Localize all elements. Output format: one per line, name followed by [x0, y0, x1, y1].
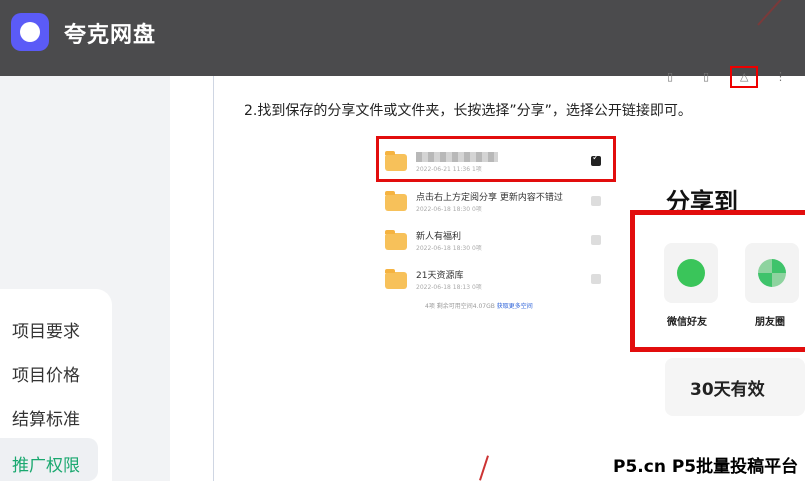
- file-name: 点击右上方定阅分享 更新内容不错过: [416, 193, 563, 203]
- file-date: 2022-06-18 18:30 0项: [416, 245, 482, 252]
- selected-file-highlight: [376, 136, 616, 182]
- file-date: 2022-06-18 18:13 0项: [416, 284, 482, 291]
- quark-logo-icon: [11, 13, 49, 51]
- wechat-icon: [677, 259, 705, 287]
- sidebar-item-requirements[interactable]: 项目要求: [12, 317, 80, 342]
- share-icon-highlight: [730, 66, 758, 88]
- file-row[interactable]: 点击右上方定阅分享 更新内容不错过 2022-06-18 18:30 0项: [385, 190, 615, 220]
- checkbox[interactable]: [591, 274, 601, 284]
- red-annotation-line: [757, 0, 799, 26]
- storage-text: 4项 剩余可用空间4.07GB: [425, 303, 495, 310]
- instruction-text: 2.找到保存的分享文件或文件夹，长按选择”分享”，选择公开链接即可。: [244, 103, 692, 119]
- sidebar-item-price[interactable]: 项目价格: [12, 361, 80, 386]
- folder-icon: [385, 269, 407, 289]
- app-title: 夸克网盘: [64, 23, 157, 48]
- wechat-label: 微信好友: [667, 317, 707, 328]
- file-row[interactable]: 21天资源库 2022-06-18 18:13 0项: [385, 268, 615, 298]
- file-name: 新人有福利: [416, 232, 462, 242]
- document-divider: [213, 76, 214, 481]
- sidebar-item-promotion[interactable]: 推广权限: [12, 451, 80, 476]
- file-name: 21天资源库: [416, 271, 464, 281]
- get-more-space-link[interactable]: 获取更多空间: [497, 303, 533, 310]
- wechat-share-button[interactable]: [664, 243, 718, 303]
- sidebar-item-settlement[interactable]: 结算标准: [12, 405, 80, 430]
- file-icon[interactable]: ▯: [703, 70, 709, 83]
- checkbox[interactable]: [591, 196, 601, 206]
- watermark: P5.cn P5批量投稿平台: [613, 457, 799, 477]
- folder-icon: [385, 191, 407, 211]
- storage-info: 4项 剩余可用空间4.07GB 获取更多空间: [425, 301, 533, 310]
- moments-label: 朋友圈: [755, 317, 785, 328]
- file-date: 2022-06-18 18:30 0项: [416, 206, 482, 213]
- moments-icon: [758, 259, 786, 287]
- file-row[interactable]: 新人有福利 2022-06-18 18:30 0项: [385, 229, 615, 259]
- moments-share-button[interactable]: [745, 243, 799, 303]
- copy-icon[interactable]: ▯: [667, 70, 673, 83]
- folder-icon: [385, 230, 407, 250]
- app-header-overlay: 夸克网盘: [0, 0, 805, 76]
- more-icon[interactable]: ⋮: [775, 70, 786, 83]
- checkbox[interactable]: [591, 235, 601, 245]
- validity-label: 30天有效: [690, 380, 765, 400]
